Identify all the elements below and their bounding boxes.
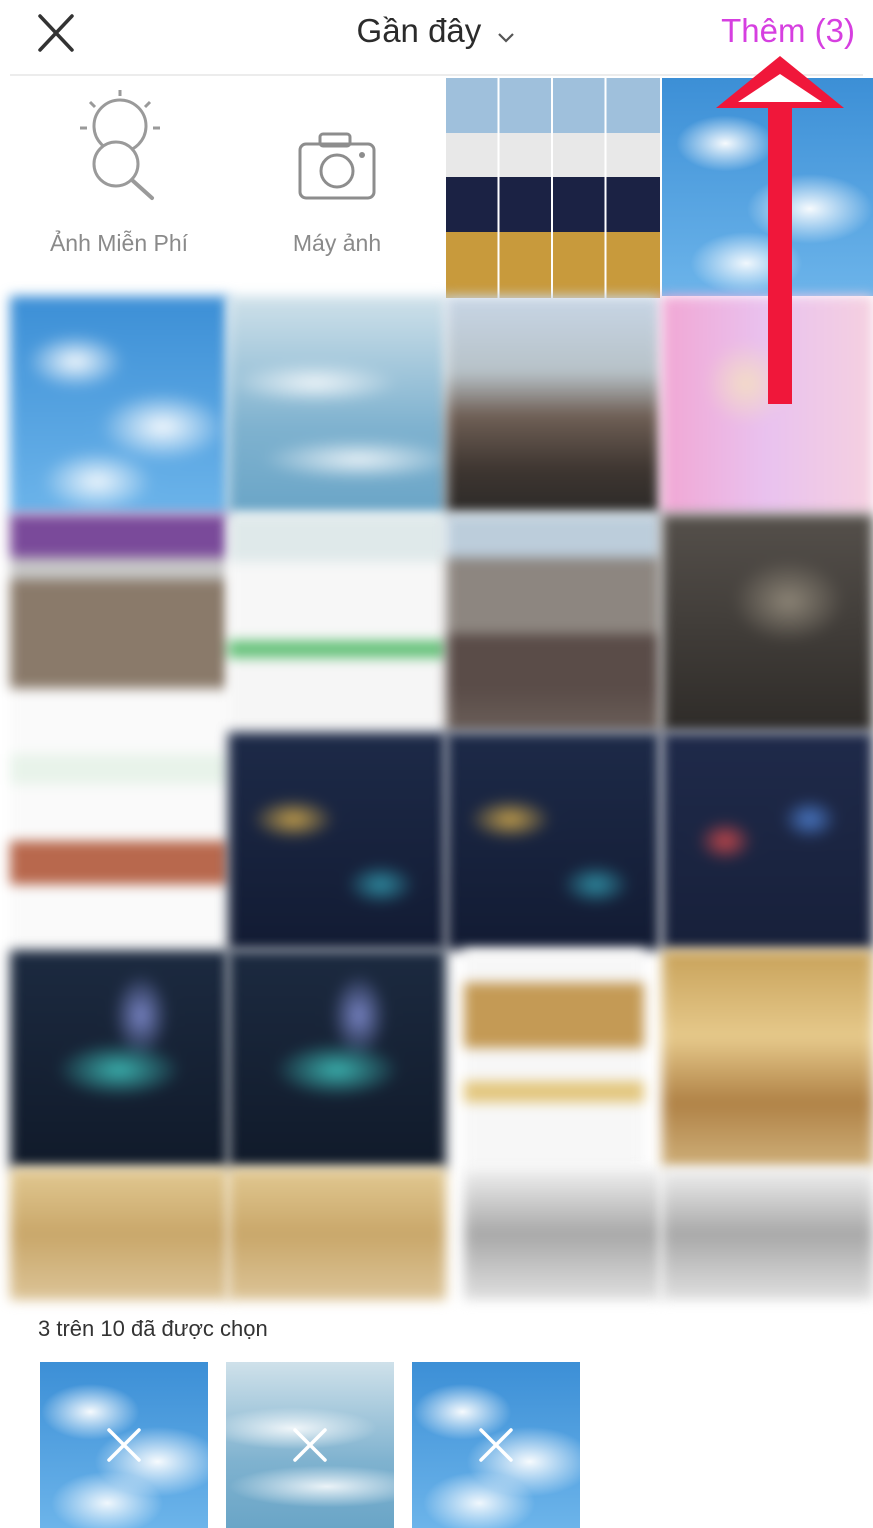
photo-picker-screen: Gần đây Thêm (3) Ảnh Miễn Phí Máy ảnh 3 … <box>0 0 873 1528</box>
photo-thumbnail[interactable] <box>464 950 644 1168</box>
free-photo-search-icon <box>80 90 160 200</box>
free-photo-label: Ảnh Miễn Phí <box>49 230 189 256</box>
photo-thumbnail[interactable] <box>228 514 446 732</box>
photo-thumbnail[interactable] <box>662 514 873 732</box>
arrow-up-icon <box>716 56 844 404</box>
selected-photo[interactable] <box>226 1362 394 1528</box>
remove-icon[interactable] <box>476 1425 516 1465</box>
photo-thumbnail[interactable] <box>446 78 660 298</box>
camera-icon <box>298 132 376 200</box>
photo-thumbnail[interactable] <box>228 296 446 514</box>
camera-tile[interactable]: Máy ảnh <box>228 78 446 296</box>
photo-thumbnail[interactable] <box>228 1168 446 1300</box>
photo-thumbnail[interactable] <box>662 950 873 1168</box>
selection-count: 3 trên 10 đã được chọn <box>38 1316 268 1341</box>
camera-label: Máy ảnh <box>292 230 382 256</box>
photo-thumbnail[interactable] <box>10 514 228 950</box>
selected-photos-strip <box>0 1362 873 1528</box>
photo-thumbnail[interactable] <box>10 1168 228 1300</box>
photo-thumbnail[interactable] <box>662 732 873 950</box>
photo-thumbnail[interactable] <box>662 1168 873 1300</box>
remove-icon[interactable] <box>104 1425 144 1465</box>
chevron-down-icon <box>496 10 516 56</box>
photo-thumbnail[interactable] <box>464 1168 660 1300</box>
photo-thumbnail[interactable] <box>10 296 228 514</box>
selected-photo[interactable] <box>40 1362 208 1528</box>
remove-icon[interactable] <box>290 1425 330 1465</box>
selected-photo[interactable] <box>412 1362 580 1528</box>
add-selected-button[interactable]: Thêm (3) <box>721 8 855 54</box>
photo-thumbnail[interactable] <box>228 950 446 1168</box>
photo-thumbnail[interactable] <box>446 514 660 732</box>
photo-thumbnail[interactable] <box>446 732 660 950</box>
free-photo-tile[interactable]: Ảnh Miễn Phí <box>10 78 228 296</box>
photo-thumbnail[interactable] <box>10 950 228 1168</box>
album-title: Gần đây <box>356 12 482 49</box>
photo-thumbnail[interactable] <box>228 732 446 950</box>
photo-thumbnail[interactable] <box>446 296 660 514</box>
